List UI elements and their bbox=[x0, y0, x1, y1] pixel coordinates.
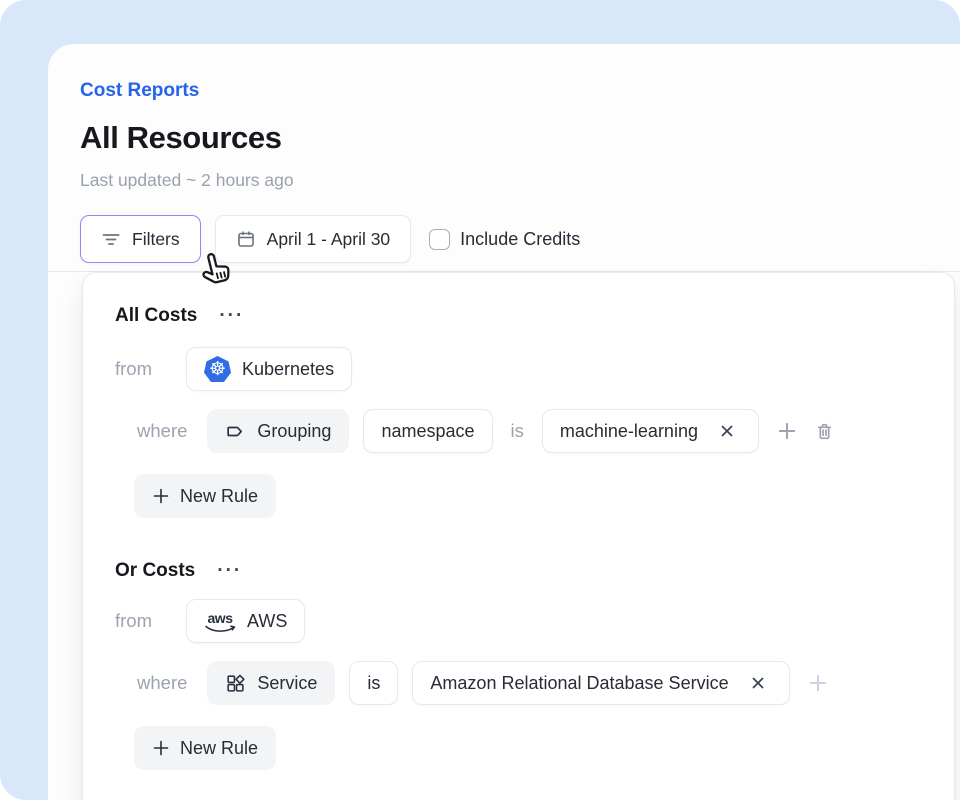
provider-chip-aws[interactable]: aws AWS bbox=[186, 599, 305, 643]
from-label: from bbox=[115, 358, 186, 380]
new-rule-label: New Rule bbox=[180, 738, 258, 759]
date-range-label: April 1 - April 30 bbox=[267, 229, 391, 250]
kubernetes-icon: ☸ bbox=[204, 356, 231, 382]
filters-button-label: Filters bbox=[132, 229, 180, 250]
from-label: from bbox=[115, 610, 186, 632]
from-row: from aws AWS bbox=[115, 599, 954, 643]
new-rule-label: New Rule bbox=[180, 486, 258, 507]
rule-key-type-chip[interactable]: Service bbox=[207, 661, 335, 705]
aws-icon: aws bbox=[204, 608, 236, 634]
rule-row: where Grouping namespace is machine-lear… bbox=[115, 409, 954, 453]
remove-value-icon[interactable] bbox=[713, 417, 741, 445]
include-credits-label: Include Credits bbox=[460, 229, 580, 250]
group-title: All Costs bbox=[115, 305, 197, 327]
include-credits-toggle[interactable]: Include Credits bbox=[429, 229, 580, 250]
last-updated-text: Last updated ~ 2 hours ago bbox=[80, 170, 294, 191]
plus-icon bbox=[152, 487, 170, 505]
cost-group-header: All Costs ··· bbox=[115, 303, 954, 329]
rule-value-label: Amazon Relational Database Service bbox=[430, 673, 728, 694]
rule-value-chip[interactable]: Amazon Relational Database Service bbox=[412, 661, 789, 705]
breadcrumb[interactable]: Cost Reports bbox=[80, 80, 199, 102]
cost-group-header: Or Costs ··· bbox=[115, 558, 954, 584]
where-label: where bbox=[137, 420, 187, 442]
calendar-icon bbox=[236, 229, 256, 249]
new-rule-button[interactable]: New Rule bbox=[134, 474, 276, 518]
report-card: Cost Reports All Resources Last updated … bbox=[48, 44, 960, 800]
where-label: where bbox=[137, 672, 187, 694]
provider-label: AWS bbox=[247, 611, 287, 632]
toolbar: Filters April 1 - April 30 Include Credi… bbox=[80, 215, 580, 263]
rule-key-type-chip[interactable]: Grouping bbox=[207, 409, 349, 453]
rule-value-chip[interactable]: machine-learning bbox=[542, 409, 759, 453]
rule-key-chip[interactable]: namespace bbox=[363, 409, 492, 453]
operator-chip[interactable]: is bbox=[349, 661, 398, 705]
filters-dropdown-panel: All Costs ··· from ☸ Kubernetes where Gr… bbox=[82, 272, 955, 800]
provider-label: Kubernetes bbox=[242, 359, 334, 380]
provider-chip-kubernetes[interactable]: ☸ Kubernetes bbox=[186, 347, 352, 391]
group-menu-button[interactable]: ··· bbox=[219, 311, 244, 321]
rule-key-label: namespace bbox=[381, 421, 474, 442]
new-rule-button[interactable]: New Rule bbox=[134, 726, 276, 770]
rule-row: where Service is Amazon Relational Datab… bbox=[115, 661, 954, 705]
rule-value-label: machine-learning bbox=[560, 421, 698, 442]
plus-icon bbox=[152, 739, 170, 757]
group-title: Or Costs bbox=[115, 560, 195, 582]
operator-label: is bbox=[367, 673, 380, 694]
rule-key-type-label: Service bbox=[257, 673, 317, 694]
tag-icon bbox=[225, 421, 246, 442]
screenshot-root: Cost Reports All Resources Last updated … bbox=[0, 0, 960, 800]
operator-label: is bbox=[511, 420, 524, 442]
date-range-button[interactable]: April 1 - April 30 bbox=[215, 215, 412, 263]
delete-rule-button[interactable] bbox=[811, 417, 839, 445]
add-value-button[interactable] bbox=[804, 669, 832, 697]
filter-icon bbox=[101, 229, 121, 249]
add-value-button[interactable] bbox=[773, 417, 801, 445]
remove-value-icon[interactable] bbox=[744, 669, 772, 697]
group-menu-button[interactable]: ··· bbox=[217, 566, 242, 576]
rule-key-type-label: Grouping bbox=[257, 421, 331, 442]
page-title: All Resources bbox=[80, 120, 282, 156]
filters-button[interactable]: Filters bbox=[80, 215, 201, 263]
from-row: from ☸ Kubernetes bbox=[115, 347, 954, 391]
include-credits-checkbox[interactable] bbox=[429, 229, 450, 250]
category-icon bbox=[225, 673, 246, 694]
